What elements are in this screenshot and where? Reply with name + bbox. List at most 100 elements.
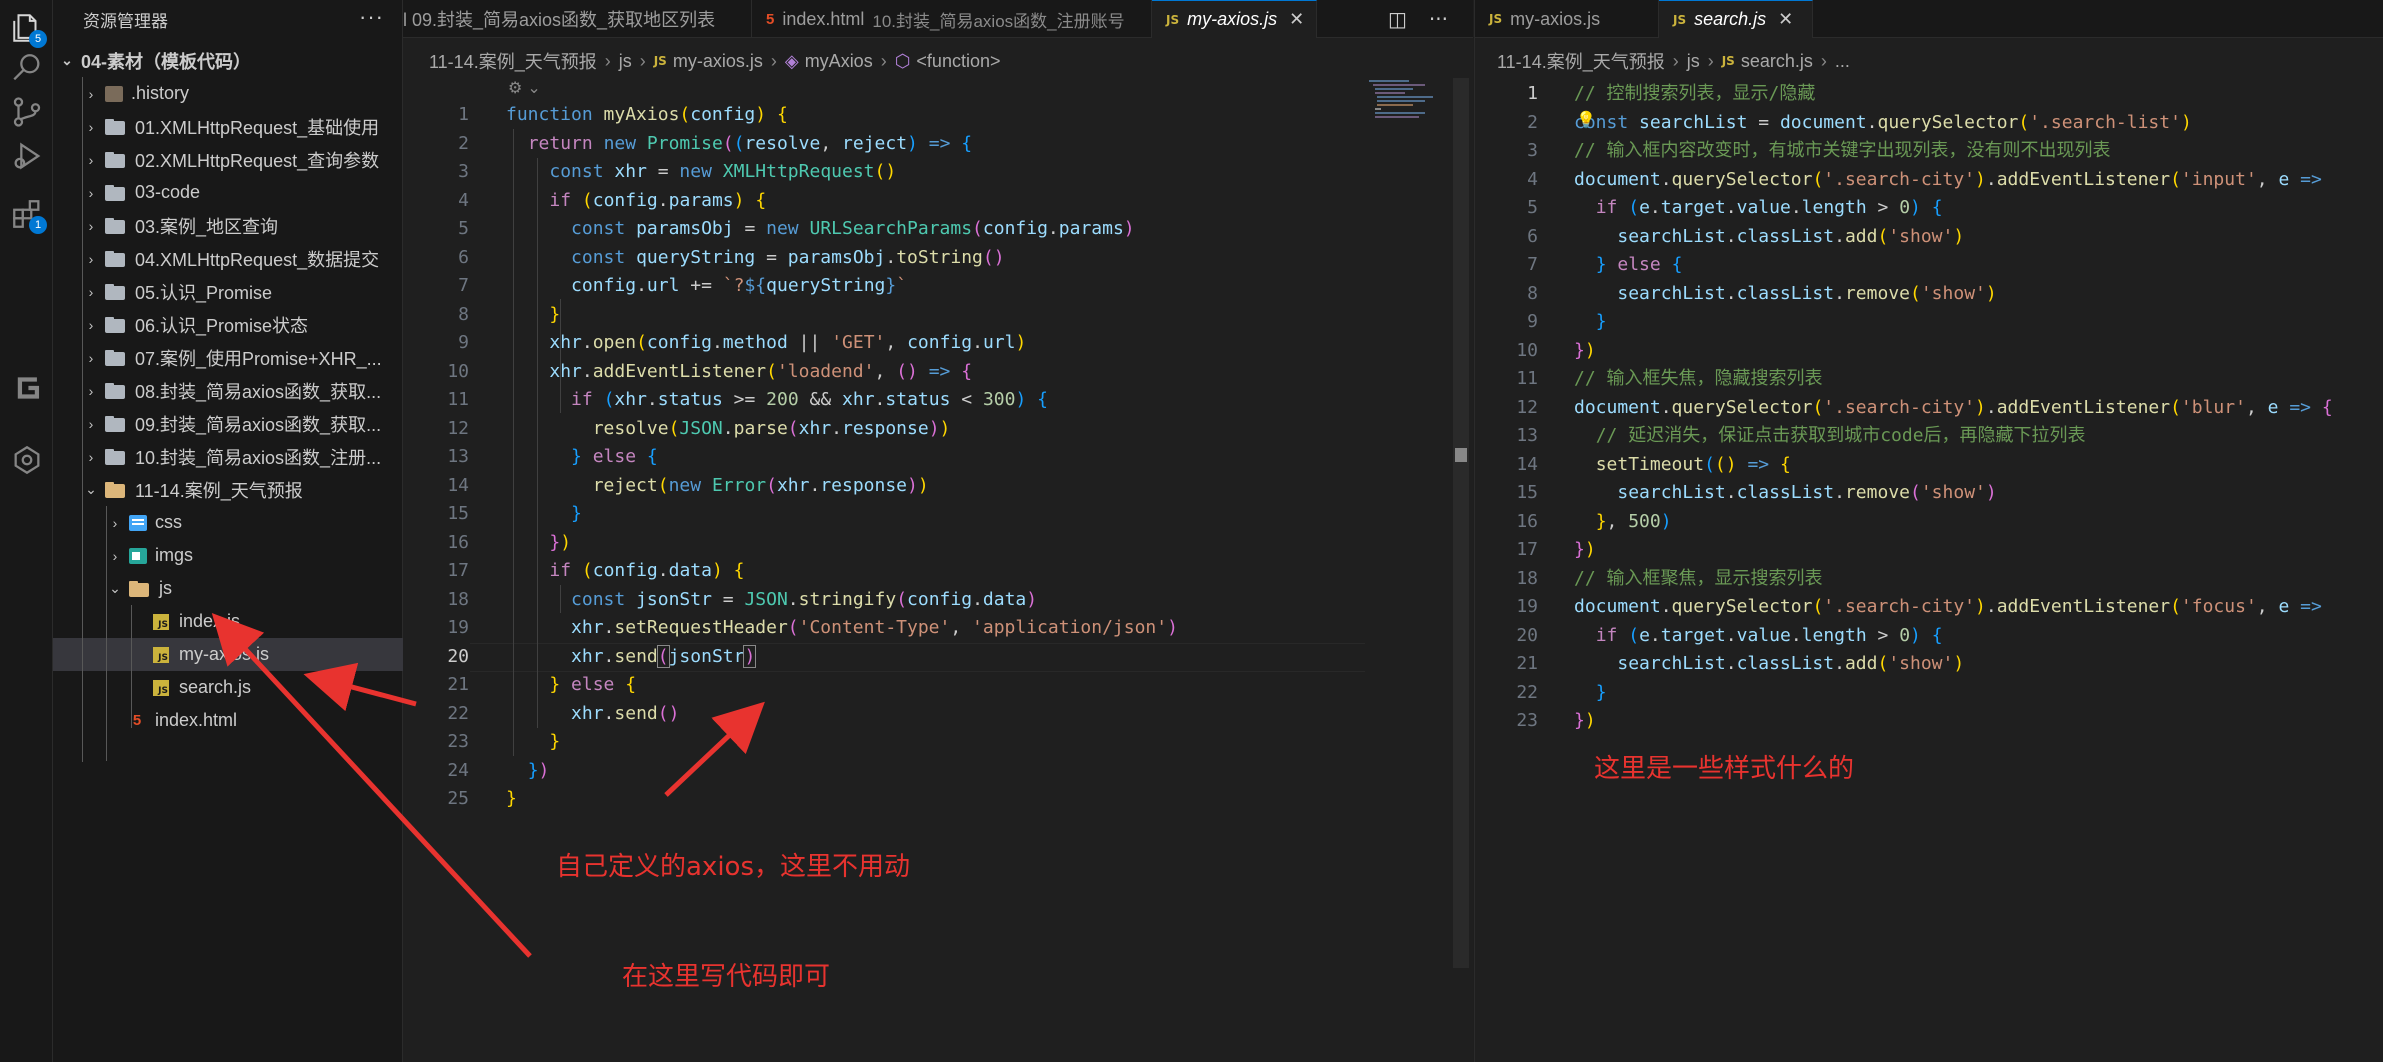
line-number: 18 xyxy=(1516,567,1538,589)
breadcrumb-item[interactable]: myAxios xyxy=(805,51,873,72)
tree-item[interactable]: › 04.XMLHttpRequest_数据提交 xyxy=(53,242,403,275)
chevron-right-icon: › xyxy=(88,283,94,300)
tree-item-label: js xyxy=(159,578,172,598)
breadcrumb-item[interactable]: search.js xyxy=(1741,51,1813,72)
tree-item[interactable]: › 10.封装_简易axios函数_注册... xyxy=(53,440,403,473)
breadcrumb-item[interactable]: <function> xyxy=(916,51,1000,72)
folder-open-icon xyxy=(105,481,127,498)
sticky-scroll-icon[interactable]: ⚙ ⌄ xyxy=(508,78,541,97)
line-number: 14 xyxy=(447,474,469,496)
vertical-scrollbar[interactable] xyxy=(1453,78,1469,968)
tab-my-axios-js[interactable]: JS my-axios.js ✕ xyxy=(1152,0,1317,38)
line-number: 13 xyxy=(1516,425,1538,446)
tree-root-label: 04-素材（模板代码） xyxy=(81,51,252,72)
extensions-badge: 1 xyxy=(29,216,47,234)
tree-item[interactable]: › 02.XMLHttpRequest_查询参数 xyxy=(53,143,403,176)
close-icon[interactable]: ✕ xyxy=(1289,9,1304,30)
tree-item[interactable]: › 03.案例_地区查询 xyxy=(53,209,403,242)
line-number: 9 xyxy=(458,332,469,353)
breadcrumb-item[interactable]: js xyxy=(1687,51,1700,72)
line-number: 5 xyxy=(1527,197,1538,218)
split-editor-icon[interactable]: ◫ xyxy=(1388,7,1407,31)
annotation-write-here: 在这里写代码即可 xyxy=(622,962,831,992)
line-number: 14 xyxy=(1516,453,1538,475)
tree-item-label: css xyxy=(155,512,182,532)
tree-item-label: imgs xyxy=(155,545,194,565)
more-actions-icon[interactable]: ··· xyxy=(1429,7,1448,31)
breadcrumb-item[interactable]: 11-14.案例_天气预报 xyxy=(429,48,597,74)
remote-icon[interactable] xyxy=(0,432,53,488)
breadcrumb: 11-14.案例_天气预报 › js › JS my-axios.js › ◈ myAxi… xyxy=(429,46,1001,76)
run-debug-icon[interactable] xyxy=(0,128,53,184)
tree-item[interactable]: › 05.认识_Promise xyxy=(53,275,403,308)
tab-09-list[interactable]: l 09.封装_简易axios函数_获取地区列表 xyxy=(403,0,752,38)
line-number: 19 xyxy=(447,617,469,638)
tree-item[interactable]: › .history xyxy=(53,77,403,110)
chevron-right-icon: › xyxy=(88,415,94,432)
tab-label: my-axios.js xyxy=(1187,9,1278,29)
line-number: 22 xyxy=(447,702,469,724)
tab-actions: ◫ ··· xyxy=(1388,0,1448,38)
annotation-styles-note: 这里是一些样式什么的 xyxy=(1594,754,1855,784)
tree-item[interactable]: › 08.封装_简易axios函数_获取... xyxy=(53,374,403,407)
line-number: 4 xyxy=(458,189,469,211)
js-file-icon: JS xyxy=(1673,12,1687,27)
line-number: 21 xyxy=(447,674,469,695)
tree-item-label: 07.案例_使用Promise+XHR_... xyxy=(135,348,382,369)
line-number: 13 xyxy=(447,446,469,467)
tree-item-label: 09.封装_简易axios函数_获取... xyxy=(135,414,382,435)
tree-item-label: 03-code xyxy=(135,182,201,202)
line-number: 17 xyxy=(447,560,469,581)
breadcrumb-item[interactable]: ... xyxy=(1835,51,1850,72)
chevron-right-icon: › xyxy=(88,151,94,168)
tree-item[interactable]: › 01.XMLHttpRequest_基础使用 xyxy=(53,110,403,143)
extensions-icon[interactable]: 1 xyxy=(0,186,53,242)
more-actions-icon[interactable]: ··· xyxy=(359,4,384,30)
tree-item[interactable]: › 03-code xyxy=(53,176,403,209)
line-number: 16 xyxy=(447,531,469,553)
lightbulb-icon[interactable]: 💡 xyxy=(1576,106,1596,135)
tab-my-axios-js-right[interactable]: JS my-axios.js xyxy=(1475,0,1659,38)
line-number: 9 xyxy=(1527,311,1538,332)
images-folder-icon xyxy=(129,547,147,564)
folder-icon xyxy=(105,448,127,465)
line-number: 24 xyxy=(447,759,469,781)
tree-item[interactable]: ⌄ 11-14.案例_天气预报 xyxy=(53,473,403,506)
breadcrumb-item[interactable]: 11-14.案例_天气预报 xyxy=(1497,48,1665,74)
tree-item-label: .history xyxy=(131,83,190,103)
folder-icon xyxy=(105,415,127,432)
tab-bar: l 09.封装_简易axios函数_获取地区列表 5 index.html 10… xyxy=(403,0,1473,38)
line-number: 8 xyxy=(458,303,469,325)
tree-item-label: 01.XMLHttpRequest_基础使用 xyxy=(135,117,380,138)
tree-root-folder[interactable]: ⌄ 04-素材（模板代码） xyxy=(53,44,403,77)
folder-icon xyxy=(105,382,127,399)
breadcrumb-item[interactable]: my-axios.js xyxy=(673,51,763,72)
chevron-right-icon: › xyxy=(88,85,94,102)
tree-item-label: 06.认识_Promise状态 xyxy=(135,315,309,336)
chevron-right-icon: › xyxy=(88,250,94,267)
line-number: 1 xyxy=(458,104,469,125)
line-number: 3 xyxy=(458,161,469,182)
js-file-icon: JS xyxy=(1489,12,1503,26)
line-number: 15 xyxy=(1516,482,1538,503)
tree-item[interactable]: › 06.认识_Promise状态 xyxy=(53,308,403,341)
chevron-right-icon: › xyxy=(88,382,94,399)
tab-index-html[interactable]: 5 index.html 10.封装_简易axios函数_注册账号 xyxy=(752,0,1152,38)
indent-guide xyxy=(537,158,538,728)
chevron-right-icon: › xyxy=(88,184,94,201)
chevron-right-icon: › xyxy=(88,118,94,135)
tree-item[interactable]: › 09.封装_简易axios函数_获取... xyxy=(53,407,403,440)
tab-search-js[interactable]: JS search.js ✕ xyxy=(1659,0,1813,38)
js-file-icon: JS xyxy=(153,613,169,630)
chevron-right-icon: › xyxy=(88,217,94,234)
breadcrumb-item[interactable]: js xyxy=(619,51,632,72)
css-folder-icon xyxy=(129,514,147,531)
chevron-right-icon: › xyxy=(88,448,94,465)
folder-icon xyxy=(105,316,127,333)
gitlens-icon[interactable] xyxy=(0,360,53,416)
close-icon[interactable]: ✕ xyxy=(1778,9,1793,30)
tree-item[interactable]: › 07.案例_使用Promise+XHR_... xyxy=(53,341,403,374)
minimap[interactable] xyxy=(1369,78,1441,138)
tab-label: index.html xyxy=(782,8,865,29)
scrollbar-thumb[interactable] xyxy=(1455,448,1467,462)
